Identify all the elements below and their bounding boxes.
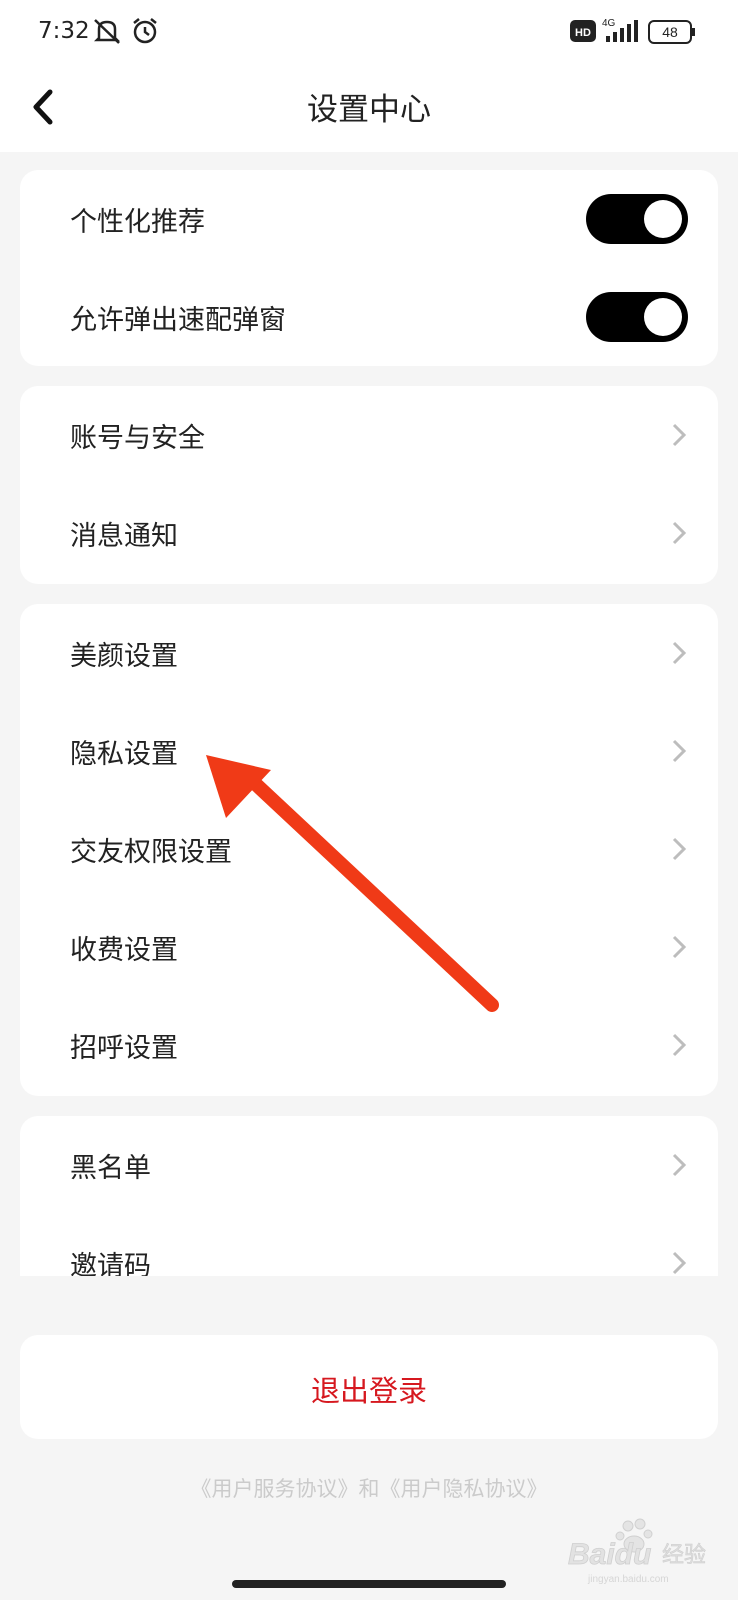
setting-invite-code[interactable]: 邀请码 — [20, 1214, 718, 1276]
personalized-recommend-toggle[interactable] — [586, 194, 688, 244]
setting-label: 隐私设置 — [70, 739, 178, 770]
chevron-right-icon — [672, 837, 687, 861]
setting-label: 个性化推荐 — [70, 207, 205, 238]
setting-label: 收费设置 — [70, 935, 178, 966]
allow-popup-toggle[interactable] — [586, 292, 688, 342]
setting-charges[interactable]: 收费设置 — [20, 898, 718, 996]
setting-label: 允许弹出速配弹窗 — [70, 305, 286, 336]
svg-text:HD: HD — [575, 27, 591, 39]
chevron-right-icon — [672, 521, 687, 545]
hd-icon: HD — [570, 20, 596, 42]
setting-beauty[interactable]: 美颜设置 — [20, 604, 718, 702]
setting-allow-popup: 允许弹出速配弹窗 — [20, 268, 718, 366]
logout-button[interactable]: 退出登录 — [20, 1335, 718, 1439]
chevron-right-icon — [672, 641, 687, 665]
nav-bar: 设置中心 — [0, 64, 738, 152]
logout-label: 退出登录 — [310, 1374, 427, 1408]
chevron-right-icon — [672, 739, 687, 763]
settings-group-social: 美颜设置 隐私设置 交友权限设置 收费设置 招呼设置 — [20, 604, 718, 1096]
setting-friend-permissions[interactable]: 交友权限设置 — [20, 800, 718, 898]
battery-icon: 48 — [648, 20, 695, 44]
svg-text:经验: 经验 — [662, 1543, 706, 1568]
setting-label: 邀请码 — [70, 1251, 151, 1276]
setting-privacy[interactable]: 隐私设置 — [20, 702, 718, 800]
chevron-right-icon — [672, 1033, 687, 1057]
setting-personalized-recommend: 个性化推荐 — [20, 170, 718, 268]
setting-label: 消息通知 — [70, 521, 178, 552]
setting-label: 美颜设置 — [70, 641, 178, 672]
page-title: 设置中心 — [307, 92, 431, 128]
setting-greetings[interactable]: 招呼设置 — [20, 996, 718, 1094]
setting-label: 招呼设置 — [70, 1033, 178, 1064]
agreements-links[interactable]: 《用户服务协议》和《用户隐私协议》 — [0, 1473, 738, 1503]
setting-blacklist[interactable]: 黑名单 — [20, 1116, 718, 1214]
setting-label: 账号与安全 — [70, 423, 205, 454]
svg-text:4G: 4G — [602, 18, 616, 29]
svg-text:Baidu: Baidu — [568, 1538, 651, 1571]
setting-label: 交友权限设置 — [70, 837, 232, 868]
signal-icon: 4G — [602, 18, 638, 42]
svg-text:jingyan.baidu.com: jingyan.baidu.com — [587, 1574, 669, 1585]
status-time: 7:32 — [38, 18, 90, 44]
settings-group-account: 账号与安全 消息通知 — [20, 386, 718, 584]
setting-notifications[interactable]: 消息通知 — [20, 484, 718, 582]
home-indicator[interactable] — [232, 1580, 506, 1588]
setting-label: 黑名单 — [70, 1153, 151, 1184]
status-bar: 7:32 HD 4G 48 — [0, 0, 738, 64]
settings-group-preferences: 个性化推荐 允许弹出速配弹窗 — [20, 170, 718, 366]
bell-muted-icon — [93, 19, 121, 44]
settings-group-other: 黑名单 邀请码 — [20, 1116, 718, 1276]
toggle-knob — [644, 298, 682, 336]
chevron-right-icon — [672, 1153, 687, 1177]
chevron-right-icon — [672, 935, 687, 959]
svg-text:48: 48 — [662, 24, 678, 40]
baidu-jingyan-watermark: Baidu 经验 jingyan.baidu.com — [568, 1518, 706, 1585]
chevron-right-icon — [672, 1251, 687, 1275]
toggle-knob — [644, 200, 682, 238]
alarm-icon — [133, 18, 157, 44]
chevron-right-icon — [672, 423, 687, 447]
setting-account-security[interactable]: 账号与安全 — [20, 386, 718, 484]
